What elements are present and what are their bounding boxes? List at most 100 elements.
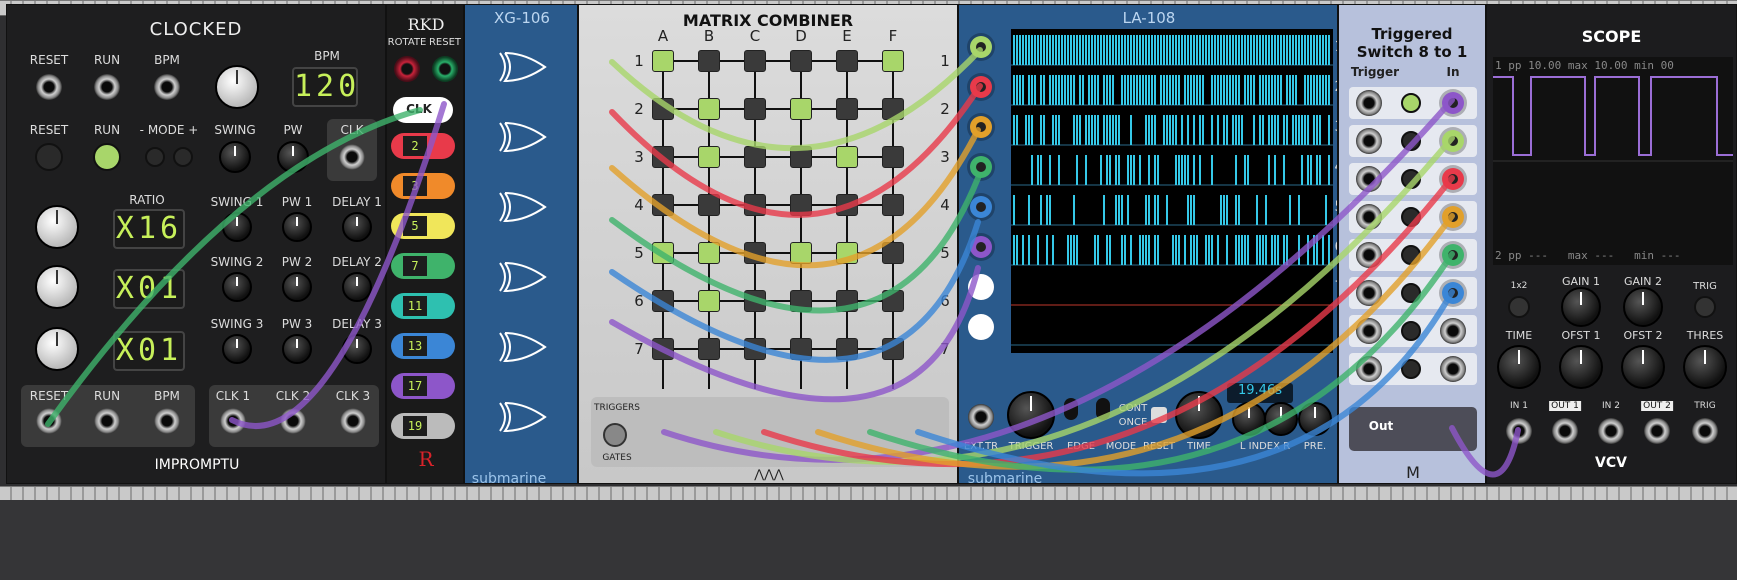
matrix-cell-A4[interactable] <box>652 194 674 216</box>
trigger-jack-1[interactable] <box>1356 90 1382 116</box>
ext-trigger-jack[interactable] <box>968 404 994 430</box>
matrix-cell-C7[interactable] <box>744 338 766 360</box>
matrix-cell-E3[interactable] <box>836 146 858 168</box>
la-input-jack-7[interactable] <box>968 274 994 300</box>
edge-switch[interactable] <box>1064 398 1078 420</box>
swing3-knob[interactable] <box>222 334 252 364</box>
reset-input-jack[interactable] <box>36 74 62 100</box>
matrix-cell-F2[interactable] <box>882 98 904 120</box>
matrix-cell-D4[interactable] <box>790 194 812 216</box>
time-knob-scope[interactable] <box>1497 345 1541 389</box>
switch-input-jack-6[interactable] <box>1442 282 1464 304</box>
mode-switch[interactable] <box>1096 398 1110 420</box>
out1-jack[interactable] <box>1552 418 1578 444</box>
matrix-cell-F1[interactable] <box>882 50 904 72</box>
in1-jack[interactable] <box>1506 418 1532 444</box>
matrix-cell-F5[interactable] <box>882 242 904 264</box>
ratio1-knob[interactable] <box>35 205 79 249</box>
ratio3-knob[interactable] <box>35 327 79 371</box>
trig-button[interactable] <box>1694 296 1716 318</box>
switch-input-jack-7[interactable] <box>1440 318 1466 344</box>
channel-led-8[interactable] <box>1401 359 1421 379</box>
matrix-cell-F4[interactable] <box>882 194 904 216</box>
clk1-output-jack[interactable] <box>220 408 246 434</box>
matrix-cell-E4[interactable] <box>836 194 858 216</box>
time-knob[interactable] <box>1175 391 1223 439</box>
switch-input-jack-2[interactable] <box>1442 130 1464 152</box>
matrix-cell-B7[interactable] <box>698 338 720 360</box>
matrix-cell-F3[interactable] <box>882 146 904 168</box>
swing2-knob[interactable] <box>222 272 252 302</box>
channel-led-6[interactable] <box>1401 283 1421 303</box>
run-button[interactable] <box>93 143 121 171</box>
matrix-cell-A3[interactable] <box>652 146 674 168</box>
switch-input-jack-8[interactable] <box>1440 356 1466 382</box>
matrix-cell-F7[interactable] <box>882 338 904 360</box>
rkd-reset-jack[interactable] <box>432 56 458 82</box>
channel-led-3[interactable] <box>1401 169 1421 189</box>
matrix-cell-B3[interactable] <box>698 146 720 168</box>
matrix-cell-E7[interactable] <box>836 338 858 360</box>
pw-knob[interactable] <box>277 141 309 173</box>
thres-knob[interactable] <box>1683 345 1727 389</box>
bpm-input-jack[interactable] <box>154 74 180 100</box>
clk2-output-jack[interactable] <box>280 408 306 434</box>
delay2-knob[interactable] <box>342 272 372 302</box>
channel-led-4[interactable] <box>1401 207 1421 227</box>
trigger-gate-switch[interactable] <box>603 423 627 447</box>
trigger-jack-7[interactable] <box>1356 318 1382 344</box>
matrix-cell-C5[interactable] <box>744 242 766 264</box>
index-right-knob[interactable] <box>1264 402 1298 436</box>
mode-minus-button[interactable] <box>145 147 165 167</box>
matrix-cell-D5[interactable] <box>790 242 812 264</box>
clk-output-jack[interactable] <box>339 144 365 170</box>
matrix-cell-E2[interactable] <box>836 98 858 120</box>
reset-button[interactable] <box>35 143 63 171</box>
trigger-jack-4[interactable] <box>1356 204 1382 230</box>
switch-input-jack-4[interactable] <box>1442 206 1464 228</box>
matrix-cell-B2[interactable] <box>698 98 720 120</box>
matrix-cell-C6[interactable] <box>744 290 766 312</box>
reset-button-la[interactable] <box>1151 407 1167 423</box>
la-input-jack-8[interactable] <box>968 314 994 340</box>
matrix-cell-B5[interactable] <box>698 242 720 264</box>
matrix-cell-C4[interactable] <box>744 194 766 216</box>
trigger-jack-6[interactable] <box>1356 280 1382 306</box>
matrix-cell-A5[interactable] <box>652 242 674 264</box>
swing1-knob[interactable] <box>222 212 252 242</box>
bpm-knob[interactable] <box>215 65 259 109</box>
matrix-cell-C3[interactable] <box>744 146 766 168</box>
channel-led-1[interactable] <box>1401 93 1421 113</box>
channel-led-7[interactable] <box>1401 321 1421 341</box>
matrix-cell-F6[interactable] <box>882 290 904 312</box>
pw2-knob[interactable] <box>282 272 312 302</box>
matrix-cell-E5[interactable] <box>836 242 858 264</box>
trigger-jack-5[interactable] <box>1356 242 1382 268</box>
reset-output-jack[interactable] <box>36 408 62 434</box>
run-input-jack[interactable] <box>94 74 120 100</box>
x2-button[interactable] <box>1508 296 1530 318</box>
trigger-knob[interactable] <box>1007 391 1055 439</box>
pw3-knob[interactable] <box>282 334 312 364</box>
pw1-knob[interactable] <box>282 212 312 242</box>
matrix-cell-E6[interactable] <box>836 290 858 312</box>
matrix-cell-A7[interactable] <box>652 338 674 360</box>
ofst2-knob[interactable] <box>1621 345 1665 389</box>
trigger-jack-8[interactable] <box>1356 356 1382 382</box>
switch-input-jack-1[interactable] <box>1442 92 1464 114</box>
matrix-cell-C2[interactable] <box>744 98 766 120</box>
la-input-jack-2[interactable] <box>970 76 992 98</box>
delay1-knob[interactable] <box>342 212 372 242</box>
gain2-knob[interactable] <box>1623 287 1663 327</box>
matrix-cell-E1[interactable] <box>836 50 858 72</box>
la-input-jack-6[interactable] <box>970 236 992 258</box>
gain1-knob[interactable] <box>1561 287 1601 327</box>
bpm-output-jack[interactable] <box>154 408 180 434</box>
run-output-jack[interactable] <box>94 408 120 434</box>
matrix-cell-B4[interactable] <box>698 194 720 216</box>
pre-knob[interactable] <box>1298 402 1332 436</box>
matrix-cell-D1[interactable] <box>790 50 812 72</box>
la-input-jack-4[interactable] <box>970 156 992 178</box>
in2-jack[interactable] <box>1598 418 1624 444</box>
matrix-cell-B6[interactable] <box>698 290 720 312</box>
